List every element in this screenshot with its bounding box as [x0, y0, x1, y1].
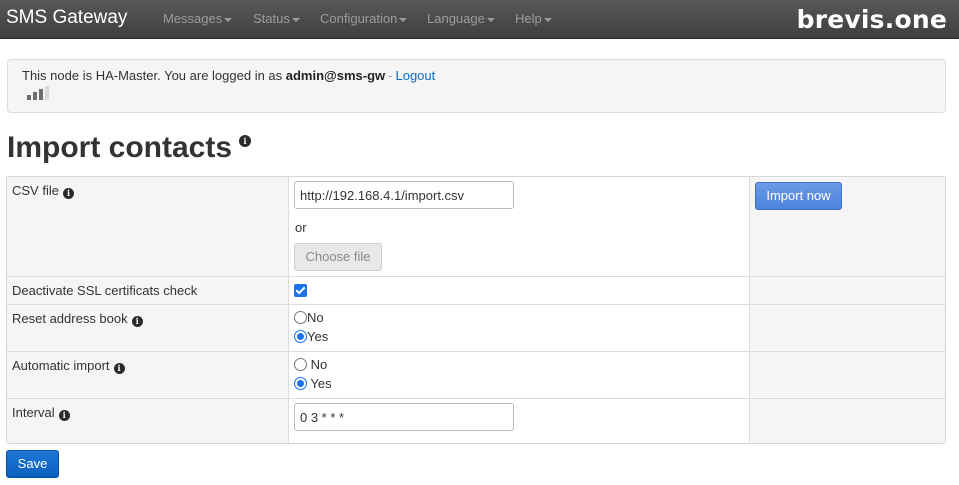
auto-import-option-no-label: No [310, 357, 328, 372]
navbar: SMS Gateway Messages Status Configuratio… [0, 0, 959, 39]
action-cell [750, 277, 945, 304]
auto-import-option-yes-label: Yes [310, 376, 332, 391]
signal-bar [45, 86, 49, 100]
label-cell: CSV file i [7, 177, 289, 276]
signal-bar [33, 92, 37, 100]
reset-radio-no[interactable] [294, 311, 307, 324]
action-cell [750, 305, 945, 351]
reset-option-no[interactable]: No [294, 310, 324, 326]
label-cell: Reset address book i [7, 305, 289, 351]
csv-url-input[interactable] [294, 181, 514, 209]
signal-strength-icon [27, 86, 53, 100]
import-now-button[interactable]: Import now [755, 182, 842, 210]
info-icon[interactable]: i [58, 410, 70, 421]
auto-import-option-no[interactable]: No [294, 357, 327, 373]
action-cell: Import now [750, 177, 945, 276]
chevron-down-icon [543, 17, 552, 22]
field-cell [289, 277, 750, 304]
info-icon[interactable]: i [131, 316, 143, 327]
reset-radio-yes[interactable] [294, 330, 307, 343]
label-cell: Deactivate SSL certificats check [7, 277, 289, 304]
field-cell: or Choose file [289, 177, 750, 276]
menu-status-label: Status [253, 11, 290, 26]
menu-language-label: Language [427, 11, 485, 26]
field-cell: No Yes [289, 305, 750, 351]
row-interval: Interval i [7, 398, 945, 443]
reset-option-yes[interactable]: Yes [294, 329, 328, 345]
login-status: This node is HA-Master. You are logged i… [22, 68, 435, 83]
status-separator: - [388, 68, 393, 83]
reset-option-no-label: No [307, 310, 324, 325]
logout-link[interactable]: Logout [395, 68, 435, 83]
logged-in-user: admin@sms-gw [285, 68, 386, 83]
action-cell [750, 352, 945, 398]
brand-logo: brevis.one [796, 5, 947, 34]
row-reset-address-book: Reset address book i No Yes [7, 304, 945, 351]
menu-help[interactable]: Help [515, 11, 552, 27]
label-cell: Automatic import i [7, 352, 289, 398]
signal-bar [27, 95, 31, 100]
csv-file-label-text: CSV file [12, 183, 59, 198]
interval-input[interactable] [294, 403, 514, 431]
reset-option-yes-label: Yes [307, 329, 329, 344]
csv-file-label: CSV file i [12, 183, 74, 199]
info-icon[interactable]: i [62, 188, 74, 199]
info-icon[interactable]: i [113, 363, 125, 374]
menu-messages-label: Messages [163, 11, 223, 26]
auto-import-radio-yes[interactable] [294, 377, 307, 390]
row-csv-file: CSV filei or Choose file Import now [7, 177, 945, 276]
status-prefix: This node is HA-Master. You are logged i… [22, 68, 286, 83]
info-icon[interactable]: i [239, 135, 251, 147]
label-cell: Interval i [7, 399, 289, 443]
automatic-import-label-text: Automatic import [12, 358, 110, 373]
ssl-check-checkbox[interactable] [294, 284, 307, 297]
reset-address-book-label-text: Reset address book [12, 311, 128, 326]
signal-bar [39, 89, 43, 100]
menu-messages[interactable]: Messages [163, 11, 233, 27]
import-form-table: CSV filei or Choose file Import now Deac… [6, 176, 946, 444]
node-status-panel: This node is HA-Master. You are logged i… [7, 59, 946, 113]
chevron-down-icon [486, 17, 495, 22]
field-cell [289, 399, 750, 443]
field-cell: No Yes [289, 352, 750, 398]
interval-label: Interval i [12, 405, 70, 421]
row-automatic-import: Automatic import i No Yes [7, 351, 945, 398]
auto-import-radio-no[interactable] [294, 358, 307, 371]
automatic-import-label: Automatic import i [12, 358, 125, 374]
or-text: or [295, 220, 307, 235]
brand-title[interactable]: SMS Gateway [6, 7, 127, 29]
interval-label-text: Interval [12, 405, 55, 420]
page-title: Import contacts [7, 131, 233, 164]
menu-configuration[interactable]: Configuration [320, 11, 408, 27]
chevron-down-icon [399, 17, 408, 22]
reset-address-book-label: Reset address book i [12, 311, 143, 327]
chevron-down-icon [224, 17, 233, 22]
action-cell [750, 399, 945, 443]
ssl-check-label: Deactivate SSL certificats check [12, 283, 198, 298]
row-ssl-check: Deactivate SSL certificats check [7, 276, 945, 304]
auto-import-option-yes[interactable]: Yes [294, 376, 332, 392]
save-button[interactable]: Save [6, 450, 59, 478]
menu-help-label: Help [515, 11, 542, 26]
menu-language[interactable]: Language [427, 11, 495, 27]
choose-file-button[interactable]: Choose file [294, 243, 382, 271]
menu-status[interactable]: Status [253, 11, 300, 27]
chevron-down-icon [291, 17, 300, 22]
menu-configuration-label: Configuration [320, 11, 398, 26]
